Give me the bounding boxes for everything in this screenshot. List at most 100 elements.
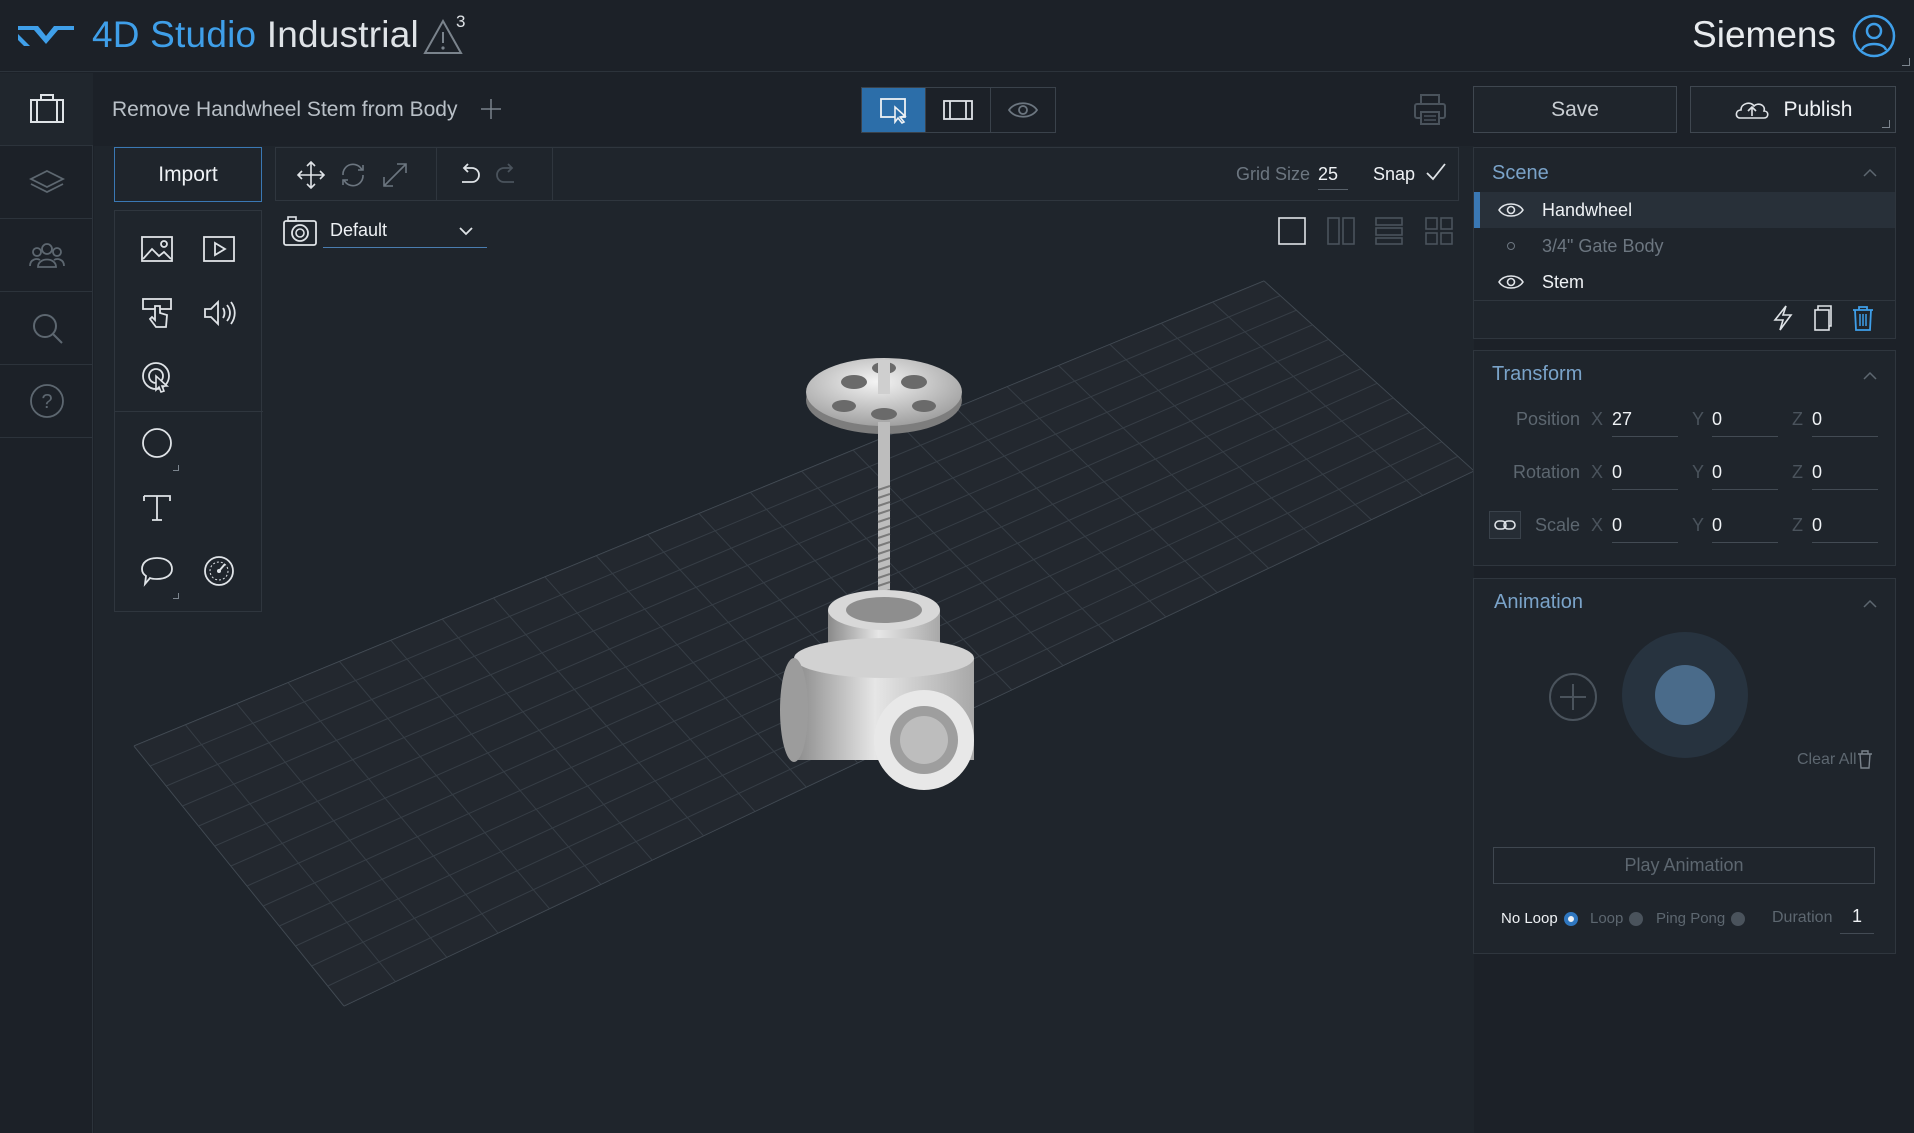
axis-z-label: Z <box>1792 515 1803 535</box>
radio-selected-icon[interactable] <box>1563 911 1578 926</box>
redo-icon[interactable] <box>492 160 522 190</box>
shape-tool[interactable] <box>137 423 177 463</box>
3d-viewport[interactable] <box>94 146 1474 1133</box>
camera-select[interactable]: Default <box>323 214 487 248</box>
print-icon[interactable] <box>1412 92 1448 128</box>
chevron-up-icon[interactable] <box>1863 599 1877 608</box>
eye-icon[interactable] <box>1498 201 1524 219</box>
hotspot-tool[interactable] <box>137 357 177 397</box>
app-logo-icon[interactable] <box>16 22 76 50</box>
scene-item-handwheel[interactable]: Handwheel <box>1474 192 1895 228</box>
chevron-up-icon[interactable] <box>1863 371 1877 380</box>
resize-corner-icon <box>1882 120 1890 128</box>
chevron-down-icon <box>459 227 473 236</box>
layout-vertical-split-icon[interactable] <box>1326 216 1356 246</box>
play-animation-button[interactable]: Play Animation <box>1493 847 1875 884</box>
video-tool[interactable] <box>199 229 239 269</box>
scene-item-gate-body[interactable]: 3/4" Gate Body <box>1474 228 1895 264</box>
speech-bubble-icon <box>141 557 173 587</box>
company-name[interactable]: Siemens <box>1692 14 1836 56</box>
top-bar: 4D Studio Industrial 3 Siemens <box>0 0 1914 72</box>
axis-y-label: Y <box>1692 409 1705 429</box>
sidebar-item-layers[interactable] <box>0 146 93 219</box>
position-z-input[interactable]: 0 <box>1812 409 1878 437</box>
add-step-icon[interactable] <box>478 96 504 122</box>
preview-mode-button[interactable] <box>926 88 991 132</box>
scene-divider <box>1474 300 1895 301</box>
move-icon[interactable] <box>296 160 326 190</box>
loop-option-label: Ping Pong <box>1656 910 1726 927</box>
target-touch-icon <box>142 362 170 393</box>
position-y-input[interactable]: 0 <box>1712 409 1778 437</box>
grid-size-input[interactable]: 25 <box>1318 164 1348 190</box>
save-button[interactable]: Save <box>1473 86 1677 133</box>
image-tool[interactable] <box>137 229 177 269</box>
users-icon <box>28 243 65 268</box>
layout-single-icon[interactable] <box>1277 216 1307 246</box>
valve-3d-model[interactable] <box>774 340 994 840</box>
user-avatar-icon[interactable] <box>1852 14 1896 58</box>
sidebar-item-help[interactable]: ? <box>0 365 93 438</box>
scale-label: Scale <box>1534 515 1580 535</box>
gauge-tool[interactable] <box>199 551 239 591</box>
sidebar-item-users[interactable] <box>0 219 93 292</box>
layers-icon <box>28 169 65 194</box>
radio-icon[interactable] <box>1629 911 1644 926</box>
rotate-icon[interactable] <box>338 160 368 190</box>
scale-icon[interactable] <box>380 160 410 190</box>
submenu-corner-icon <box>173 465 179 471</box>
hidden-dot-icon[interactable] <box>1507 242 1515 250</box>
trash-icon[interactable] <box>1850 304 1876 332</box>
duplicate-icon[interactable] <box>1809 304 1835 332</box>
select-mode-button[interactable] <box>862 88 927 132</box>
chevron-up-icon[interactable] <box>1863 168 1877 177</box>
trash-icon[interactable] <box>1857 750 1873 769</box>
touch-tool[interactable] <box>137 293 177 333</box>
checkmark-icon[interactable] <box>1424 160 1448 184</box>
text-tool[interactable] <box>137 487 177 527</box>
film-icon <box>943 100 973 120</box>
keyframe-handle[interactable] <box>1655 665 1715 725</box>
hand-pointer-icon <box>142 298 172 328</box>
loop-option-no-loop[interactable]: No Loop <box>1501 910 1578 927</box>
publish-button[interactable]: Publish <box>1690 86 1896 133</box>
undo-icon[interactable] <box>454 160 484 190</box>
sidebar-item-search[interactable] <box>0 292 93 365</box>
duration-label: Duration <box>1772 909 1833 926</box>
sidebar-item-projects[interactable] <box>0 73 93 146</box>
scene-item-stem[interactable]: Stem <box>1474 264 1895 300</box>
duration-input[interactable]: 1 <box>1840 906 1874 934</box>
radio-icon[interactable] <box>1731 911 1746 926</box>
view-mode-button[interactable] <box>991 88 1055 132</box>
scale-y-input[interactable]: 0 <box>1712 515 1778 543</box>
document-title[interactable]: Remove Handwheel Stem from Body <box>112 98 458 122</box>
clear-all-button[interactable]: Clear All <box>1797 751 1857 769</box>
layout-quad-icon[interactable] <box>1424 216 1454 246</box>
eye-icon[interactable] <box>1498 273 1524 291</box>
position-x-input[interactable]: 27 <box>1612 409 1678 437</box>
tool-palette <box>114 210 263 612</box>
audio-tool[interactable] <box>199 293 239 333</box>
keyframe-disc[interactable] <box>1622 632 1748 758</box>
axis-x-label: X <box>1591 462 1604 482</box>
camera-icon[interactable] <box>282 215 318 247</box>
rotation-y-input[interactable]: 0 <box>1712 462 1778 490</box>
scale-z-input[interactable]: 0 <box>1812 515 1878 543</box>
eye-icon <box>1007 102 1038 118</box>
add-keyframe-icon[interactable] <box>1548 672 1598 722</box>
layout-horizontal-split-icon[interactable] <box>1374 216 1404 246</box>
callout-tool[interactable] <box>137 551 177 591</box>
loop-option-ping-pong[interactable]: Ping Pong <box>1656 910 1746 927</box>
axis-y-label: Y <box>1692 462 1705 482</box>
scale-x-input[interactable]: 0 <box>1612 515 1678 543</box>
import-button[interactable]: Import <box>114 147 262 202</box>
loop-option-loop[interactable]: Loop <box>1590 910 1644 927</box>
scene-item-label: 3/4" Gate Body <box>1542 235 1664 256</box>
help-icon: ? <box>29 384 64 418</box>
lightning-icon[interactable] <box>1770 304 1796 332</box>
rotation-z-input[interactable]: 0 <box>1812 462 1878 490</box>
rotation-x-input[interactable]: 0 <box>1612 462 1678 490</box>
app-brand: 4D Studio <box>92 14 257 55</box>
snap-toggle-label[interactable]: Snap <box>1373 164 1415 185</box>
axis-z-label: Z <box>1792 462 1803 482</box>
